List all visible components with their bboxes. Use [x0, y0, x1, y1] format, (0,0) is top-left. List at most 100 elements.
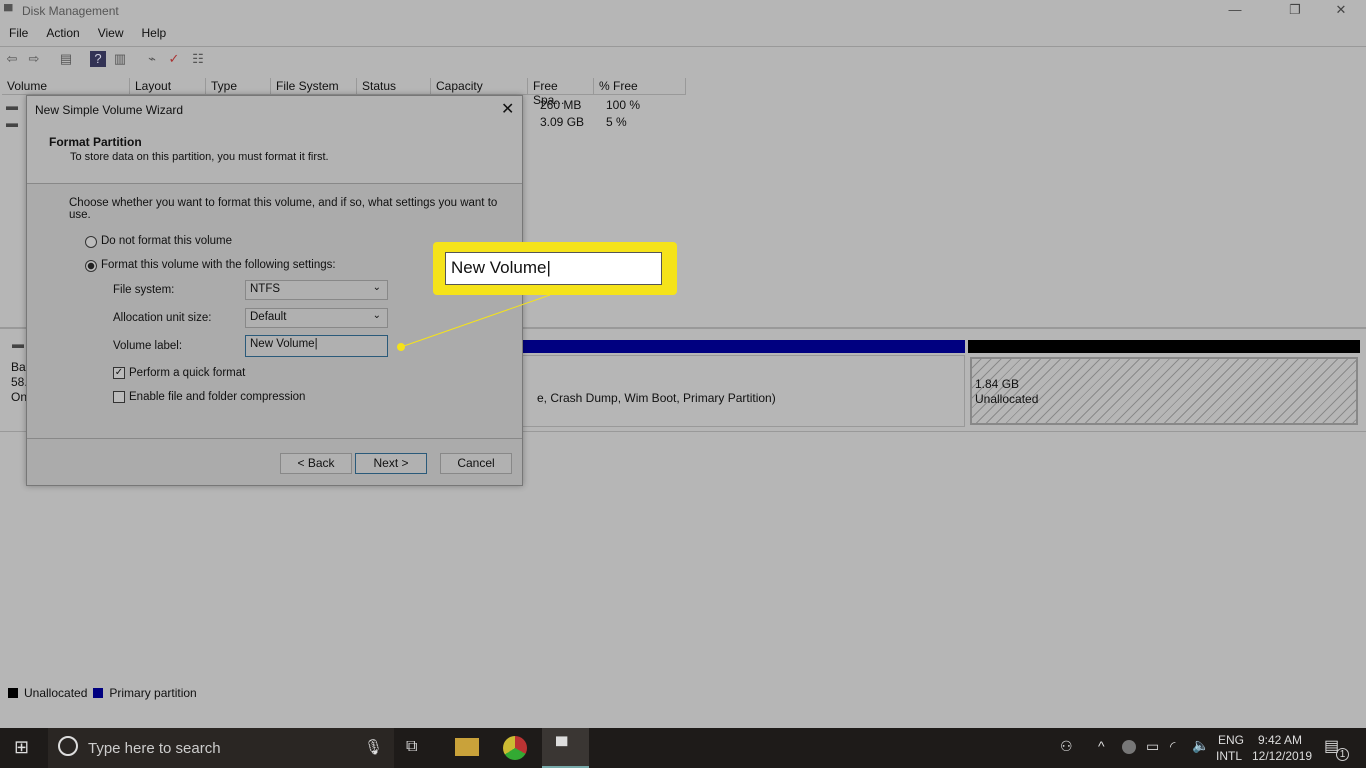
unallocated-bar — [968, 340, 1360, 353]
clock-date[interactable]: 12/12/2019 — [1252, 749, 1312, 763]
back-button[interactable]: < Back — [280, 453, 352, 474]
search-placeholder: Type here to search — [88, 740, 221, 757]
volume-label-value: New Volume — [250, 338, 315, 350]
allocation-size-value: Default — [250, 311, 287, 323]
minimize-button[interactable]: — — [1220, 2, 1250, 20]
no-format-radio[interactable] — [85, 236, 97, 248]
notification-badge: 1 — [1336, 748, 1349, 761]
file-explorer-icon[interactable] — [455, 738, 479, 756]
task-view-icon[interactable]: ⧉ — [406, 738, 417, 756]
title-bar: ▀ Disk Management — ❐ ✕ — [0, 0, 1366, 22]
taskbar: ⊞ Type here to search 🎙 ⧉ ▀ ⚇ ^ ▭ ◜ 🔈 EN… — [0, 728, 1366, 768]
close-icon[interactable]: ✕ — [501, 99, 514, 119]
menu-bar: File Action View Help — [0, 24, 175, 44]
allocation-size-label: Allocation unit size: — [113, 312, 212, 324]
cancel-button[interactable]: Cancel — [440, 453, 512, 474]
microphone-icon[interactable]: 🎙 — [364, 738, 383, 756]
file-system-label: File system: — [113, 284, 175, 296]
format-label: Format this volume with the following se… — [101, 259, 336, 271]
quick-format-label: Perform a quick format — [129, 367, 246, 379]
help-icon[interactable]: ? — [90, 51, 106, 67]
callout-volume-label: New Volume| — [445, 252, 662, 285]
dialog-title: New Simple Volume Wizard — [35, 103, 184, 117]
column-layout[interactable]: Layout — [130, 78, 206, 94]
chevron-down-icon: ⌄ — [372, 282, 381, 293]
properties-icon[interactable]: ☷ — [190, 51, 206, 67]
compression-checkbox[interactable] — [113, 391, 125, 403]
column-capacity[interactable]: Capacity — [431, 78, 528, 94]
legend-primary: Primary partition — [109, 686, 197, 700]
console-tree-icon[interactable]: ▤ — [58, 51, 74, 67]
format-radio[interactable] — [85, 260, 97, 272]
volume-icon[interactable]: 🔈 — [1192, 737, 1209, 754]
menu-file[interactable]: File — [0, 24, 37, 44]
column-status[interactable]: Status — [357, 78, 431, 94]
disk-management-icon: ▀ — [556, 738, 568, 755]
battery-icon[interactable]: ▭ — [1146, 738, 1159, 755]
partition-description: e, Crash Dump, Wim Boot, Primary Partiti… — [537, 391, 776, 405]
window-title: Disk Management — [22, 4, 119, 18]
start-icon[interactable]: ⊞ — [14, 737, 29, 758]
wifi-icon[interactable]: ◜ — [1170, 738, 1175, 755]
legend-unallocated: Unallocated — [24, 686, 88, 700]
search-box[interactable]: Type here to search 🎙 — [48, 728, 394, 768]
column-free-space[interactable]: Free Spa... — [528, 78, 594, 107]
keyboard-layout[interactable]: INTL — [1216, 749, 1242, 763]
callout-text: New Volume — [451, 258, 547, 277]
primary-partition[interactable]: e, Crash Dump, Wim Boot, Primary Partiti… — [520, 355, 965, 427]
chrome-icon[interactable] — [503, 736, 527, 760]
back-icon[interactable]: ⇦ — [4, 51, 20, 67]
volume-list-header: Volume Layout Type File System Status Ca… — [2, 78, 686, 107]
restore-button[interactable]: ❐ — [1280, 2, 1310, 20]
percent-free-cell: 5 % — [606, 115, 627, 129]
volume-icon: ▬ — [6, 99, 18, 113]
callout-line — [397, 294, 551, 351]
primary-swatch — [93, 688, 104, 698]
search-icon — [58, 736, 78, 756]
column-percent-free[interactable]: % Free — [594, 78, 686, 94]
primary-partition-bar — [520, 340, 965, 353]
unallocated-swatch — [8, 688, 18, 698]
disk-icon: ▬ — [12, 337, 24, 351]
free-space-cell: 260 MB — [540, 98, 582, 112]
next-button[interactable]: Next > — [355, 453, 427, 474]
column-file-system[interactable]: File System — [271, 78, 357, 94]
chevron-down-icon: ⌄ — [372, 310, 381, 321]
menu-view[interactable]: View — [89, 24, 133, 44]
disk-management-icon: ▀ — [4, 4, 13, 18]
volume-label-label: Volume label: — [113, 340, 183, 352]
divider — [27, 438, 522, 439]
toolbar: ⇦ ⇨ ▤ ? ▥ ⌁ ✓ ☷ — [0, 46, 1366, 70]
disk-status: On — [11, 390, 28, 404]
forward-icon[interactable]: ⇨ — [26, 51, 42, 67]
column-volume[interactable]: Volume — [2, 78, 130, 94]
unallocated-label: Unallocated — [975, 392, 1039, 406]
volume-label-input[interactable]: New Volume| — [245, 335, 388, 357]
disk-label: Ba — [11, 360, 26, 374]
close-button[interactable]: ✕ — [1326, 2, 1356, 20]
file-system-select[interactable]: NTFS ⌄ — [245, 280, 388, 300]
unallocated-size: 1.84 GB — [975, 377, 1020, 391]
allocation-size-select[interactable]: Default ⌄ — [245, 308, 388, 328]
quick-format-checkbox[interactable]: ✓ — [113, 367, 125, 379]
instruction-text: Choose whether you want to format this v… — [69, 197, 498, 221]
column-type[interactable]: Type — [206, 78, 271, 94]
language-indicator[interactable]: ENG — [1218, 733, 1244, 747]
menu-help[interactable]: Help — [133, 24, 176, 44]
clock-time[interactable]: 9:42 AM — [1258, 733, 1302, 747]
menu-action[interactable]: Action — [37, 24, 88, 44]
volume-icon: ▬ — [6, 116, 18, 130]
compression-label: Enable file and folder compression — [129, 391, 306, 403]
page-heading: Format Partition — [49, 135, 142, 149]
disk-management-taskbar-button[interactable]: ▀ — [542, 728, 589, 768]
free-space-cell: 3.09 GB — [540, 115, 585, 129]
unallocated-partition[interactable]: 1.84 GB Unallocated — [970, 357, 1358, 425]
callout-zoom: New Volume| — [433, 242, 677, 295]
check-icon[interactable]: ✓ — [166, 51, 182, 67]
connect-icon[interactable]: ⌁ — [144, 51, 160, 67]
network-error-icon[interactable] — [1122, 740, 1136, 754]
people-icon[interactable]: ⚇ — [1060, 738, 1073, 755]
chevron-up-icon[interactable]: ^ — [1098, 738, 1105, 754]
action-pane-icon[interactable]: ▥ — [112, 51, 128, 67]
legend: Unallocated Primary partition — [8, 686, 197, 700]
